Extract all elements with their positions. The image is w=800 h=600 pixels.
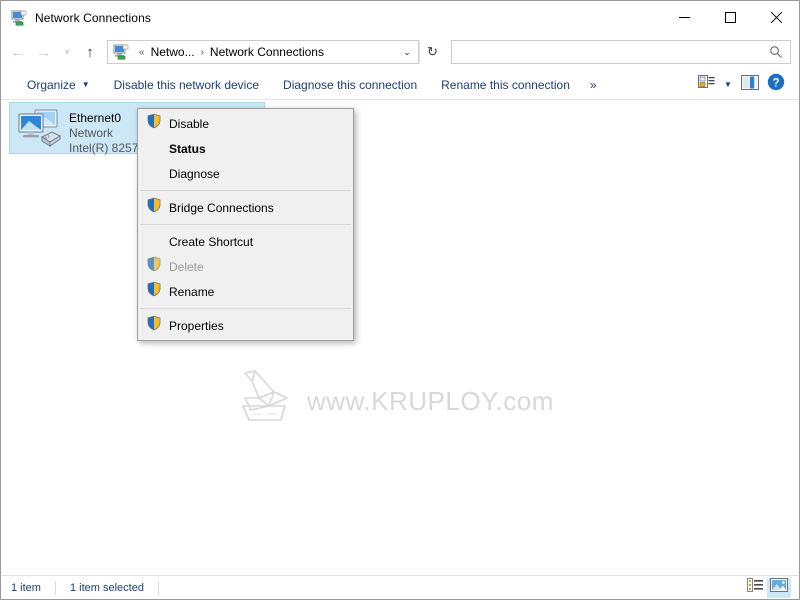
context-menu[interactable]: Disable Status Diagnose Bridge Connectio… — [137, 108, 354, 341]
watermark: www.KRUPLOY.com — [229, 368, 554, 435]
lan-connection-icon — [15, 107, 63, 151]
breadcrumb-separator: › — [200, 46, 204, 58]
menu-item-create-shortcut[interactable]: Create Shortcut — [138, 229, 353, 254]
menu-item-label: Rename — [169, 284, 215, 299]
menu-item-rename[interactable]: Rename — [138, 279, 353, 304]
menu-separator — [140, 308, 351, 309]
change-view-caret-button[interactable]: ▼ — [719, 80, 737, 89]
status-divider — [54, 580, 56, 595]
command-bar-right: ▼ ? — [693, 73, 799, 97]
help-icon: ? — [767, 73, 785, 96]
disable-network-device-button[interactable]: Disable this network device — [102, 73, 271, 97]
menu-item-icon-slot — [141, 138, 169, 160]
menu-separator — [140, 224, 351, 225]
menu-item-bridge-connections[interactable]: Bridge Connections — [138, 195, 353, 220]
menu-item-properties[interactable]: Properties — [138, 313, 353, 338]
list-item-labels: Ethernet0 Network Intel(R) 8257 — [69, 107, 138, 156]
close-icon — [770, 12, 782, 24]
minimize-button[interactable] — [661, 1, 707, 34]
list-item-name: Ethernet0 — [69, 111, 122, 125]
maximize-icon — [724, 12, 736, 23]
recent-locations-button[interactable]: ▾ — [57, 39, 77, 65]
forward-button[interactable]: → — [31, 39, 57, 65]
search-box[interactable] — [451, 40, 791, 64]
close-button[interactable] — [753, 1, 799, 34]
menu-item-label: Create Shortcut — [169, 234, 254, 249]
menu-item-icon-slot — [141, 163, 169, 185]
watermark-text: www.KRUPLOY.com — [307, 386, 554, 416]
network-connections-window: Network Connections ← → ▾ ↑ « Netwo... ›… — [0, 0, 800, 600]
up-button[interactable]: ↑ — [77, 39, 103, 65]
preview-pane-button[interactable] — [737, 73, 763, 97]
list-item-adapter: Intel(R) 8257 — [69, 141, 139, 155]
details-view-button[interactable] — [743, 578, 767, 598]
breadcrumb-prefix: « — [139, 46, 145, 58]
shield-icon — [141, 113, 169, 135]
shield-icon — [141, 197, 169, 219]
menu-item-status[interactable]: Status — [138, 136, 353, 161]
large-icons-view-icon — [770, 578, 788, 597]
preview-pane-icon — [741, 74, 759, 95]
shield-icon — [141, 315, 169, 337]
rename-connection-button[interactable]: Rename this connection — [429, 73, 582, 97]
menu-item-label: Delete — [169, 259, 204, 274]
address-bar-row: ← → ▾ ↑ « Netwo... › Network Connections… — [1, 34, 799, 70]
status-divider — [157, 580, 159, 595]
organize-label: Organize — [27, 77, 76, 92]
status-bar: 1 item 1 item selected — [1, 575, 799, 599]
shield-icon — [141, 256, 169, 278]
svg-text:?: ? — [772, 77, 779, 89]
chevron-down-icon: ▼ — [81, 80, 90, 89]
details-view-icon — [747, 578, 763, 597]
change-view-button[interactable] — [693, 73, 719, 97]
origami-bird-logo — [229, 368, 303, 435]
menu-item-icon-slot — [141, 231, 169, 253]
search-icon — [769, 45, 783, 64]
menu-item-disable[interactable]: Disable — [138, 111, 353, 136]
breadcrumb-item-network-connections[interactable]: Network Connections — [209, 45, 325, 59]
diagnose-connection-button[interactable]: Diagnose this connection — [271, 73, 429, 97]
refresh-button[interactable]: ↻ — [419, 40, 445, 64]
help-button[interactable]: ? — [763, 73, 789, 97]
organize-button[interactable]: Organize ▼ — [15, 73, 102, 97]
maximize-button[interactable] — [707, 1, 753, 34]
menu-item-label: Disable — [169, 116, 210, 131]
menu-item-label: Bridge Connections — [169, 200, 274, 215]
status-selection: 1 item selected — [69, 581, 144, 594]
menu-item-label: Diagnose — [169, 166, 220, 181]
menu-item-label: Status — [169, 141, 206, 156]
command-bar: Organize ▼ Disable this network device D… — [1, 70, 799, 100]
status-view-buttons — [743, 577, 799, 598]
minimize-icon — [678, 17, 690, 18]
menu-item-diagnose[interactable]: Diagnose — [138, 161, 353, 186]
address-bar[interactable]: « Netwo... › Network Connections ⌄ — [107, 40, 419, 64]
shield-icon — [141, 281, 169, 303]
search-input[interactable] — [452, 41, 790, 63]
window-title: Network Connections — [35, 10, 151, 25]
menu-separator — [140, 190, 351, 191]
change-view-icon — [697, 74, 715, 95]
status-item-count: 1 item — [11, 581, 41, 594]
window-controls — [661, 1, 799, 34]
chevron-down-icon[interactable]: ⌄ — [396, 47, 418, 58]
network-connections-icon — [11, 10, 27, 26]
breadcrumb-item-network[interactable]: Netwo... — [150, 45, 196, 59]
toolbar-overflow-button[interactable]: » — [582, 73, 605, 97]
address-network-icon — [113, 44, 129, 60]
menu-item-delete: Delete — [138, 254, 353, 279]
list-item-network: Network — [69, 126, 114, 140]
title-bar: Network Connections — [1, 1, 799, 34]
large-icons-view-button[interactable] — [767, 577, 791, 598]
back-button[interactable]: ← — [5, 39, 31, 65]
menu-item-label: Properties — [169, 318, 224, 333]
content-area[interactable]: Ethernet0 Network Intel(R) 8257 Disable … — [1, 100, 799, 575]
